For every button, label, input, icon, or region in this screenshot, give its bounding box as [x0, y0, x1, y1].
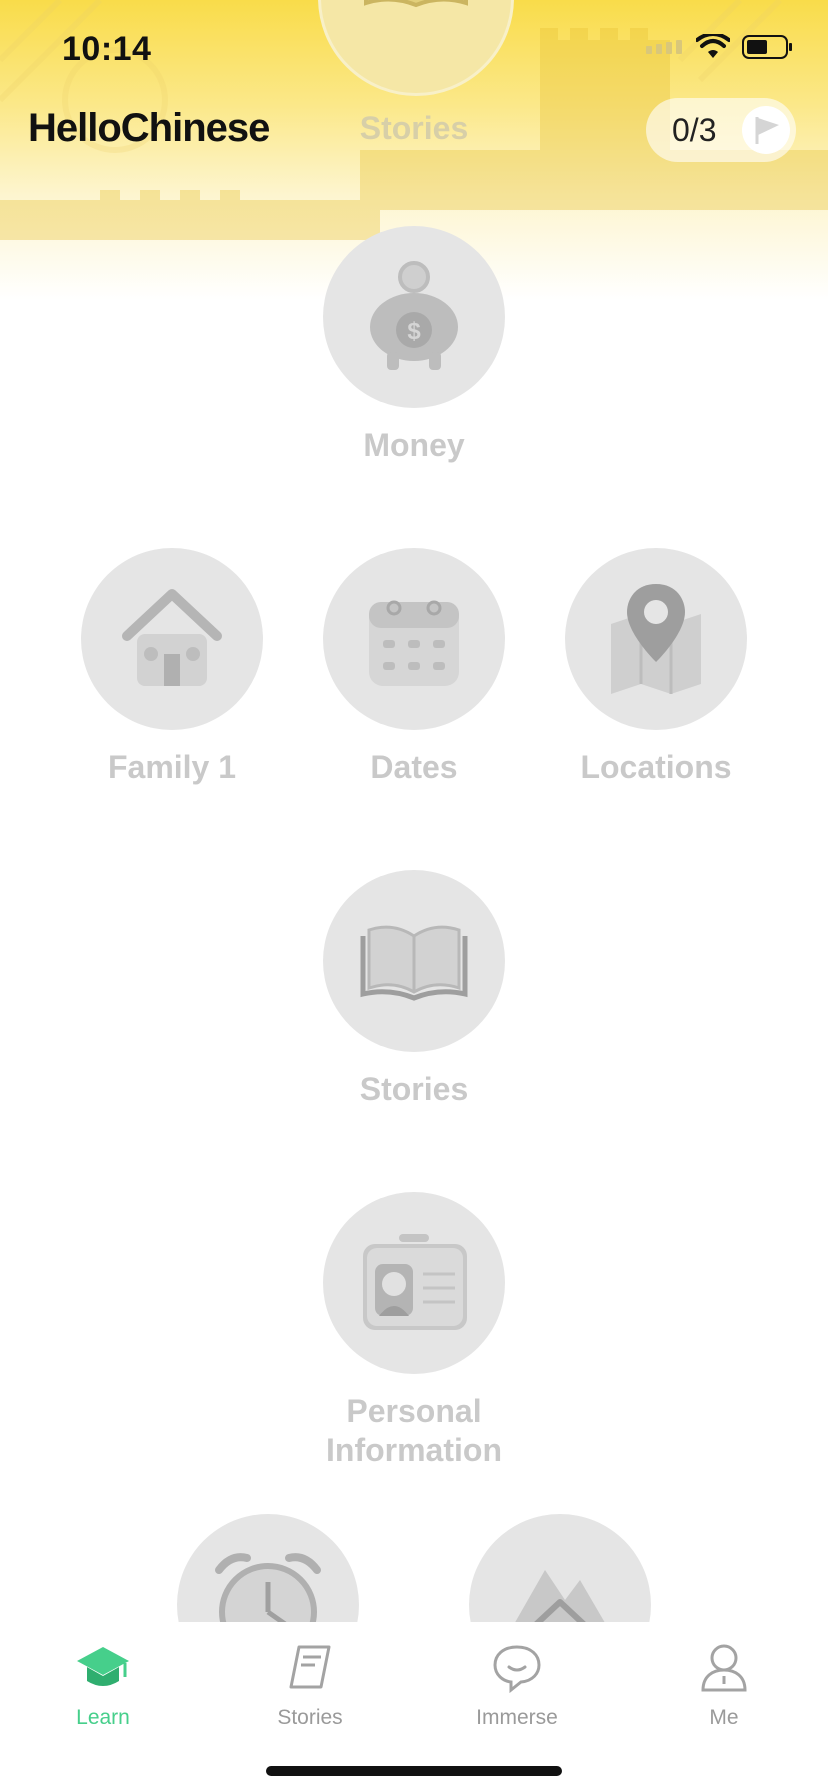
- flag-icon: [742, 106, 790, 154]
- tab-label: Learn: [76, 1706, 130, 1729]
- tab-me[interactable]: Me: [649, 1638, 799, 1730]
- lesson-label: Locations: [580, 749, 732, 785]
- lesson-stories[interactable]: Stories: [284, 870, 544, 1109]
- daily-progress-pill[interactable]: 0/3: [646, 98, 796, 162]
- tab-label: Stories: [277, 1706, 343, 1729]
- status-icons: [644, 34, 794, 60]
- lesson-family-1[interactable]: Family 1: [42, 548, 302, 787]
- lesson-locations[interactable]: Locations: [526, 548, 786, 787]
- open-book-icon: [360, 925, 468, 1001]
- lesson-label-line-2: Information: [326, 1432, 502, 1468]
- lesson-circle: [81, 548, 263, 730]
- tab-stories[interactable]: Stories: [235, 1638, 385, 1730]
- piggy-bank-icon: $: [370, 261, 458, 370]
- lesson-label: Money: [363, 427, 465, 463]
- tab-learn[interactable]: Learn: [28, 1638, 178, 1730]
- battery-icon: [742, 35, 792, 59]
- lesson-personal-information[interactable]: Personal Information: [284, 1192, 544, 1470]
- house-icon: [122, 589, 222, 686]
- calendar-icon: [369, 600, 459, 686]
- lesson-circle: [323, 548, 505, 730]
- progress-count: 0/3: [672, 111, 717, 148]
- lesson-dates[interactable]: Dates: [284, 548, 544, 787]
- wifi-icon: [696, 34, 730, 58]
- speech-bubble-icon: [493, 1645, 541, 1693]
- lesson-circle: [323, 1192, 505, 1374]
- svg-text:$: $: [407, 318, 421, 345]
- lesson-circle: [565, 548, 747, 730]
- lesson-circle: $: [323, 226, 505, 408]
- signal-icon: [646, 40, 682, 54]
- lesson-label: Family 1: [107, 749, 237, 785]
- map-pin-icon: [611, 584, 701, 694]
- lesson-label: Dates: [370, 749, 458, 785]
- lesson-money[interactable]: $ Money: [284, 226, 544, 465]
- lesson-label: Personal Information: [284, 1392, 544, 1470]
- status-time: 10:14: [62, 30, 152, 68]
- lesson-circle: [323, 870, 505, 1052]
- tab-immerse[interactable]: Immerse: [442, 1638, 592, 1730]
- tab-label: Immerse: [476, 1706, 558, 1729]
- id-card-icon: [363, 1234, 467, 1330]
- tab-label: Me: [709, 1706, 739, 1729]
- lesson-label-line-1: Personal: [346, 1393, 482, 1429]
- status-bar: 10:14: [0, 0, 828, 100]
- person-icon: [701, 1644, 747, 1692]
- lesson-label: Stories: [359, 1071, 469, 1107]
- graduation-cap-icon: [77, 1647, 129, 1686]
- book-icon: [289, 1645, 331, 1689]
- home-indicator[interactable]: [266, 1766, 562, 1776]
